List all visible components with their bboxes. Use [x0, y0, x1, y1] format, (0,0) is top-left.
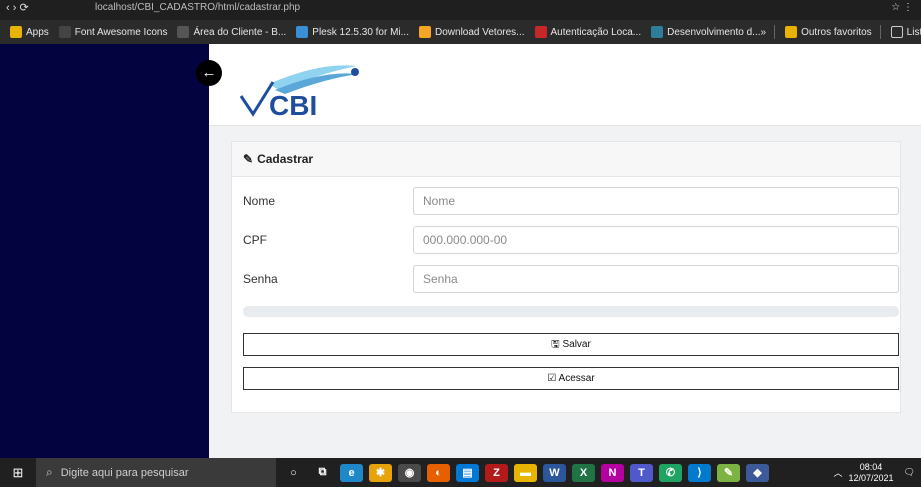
- bookmarks-divider: [879, 25, 881, 39]
- senha-row: Senha: [243, 265, 899, 293]
- floppy-disk-icon: 🖫: [551, 339, 560, 350]
- bookmark-label: Área do Cliente - B...: [193, 26, 287, 38]
- senha-label: Senha: [243, 272, 278, 286]
- nome-label: Nome: [243, 194, 276, 208]
- save-button[interactable]: 🖫 Salvar: [243, 333, 899, 356]
- page-header: ← CBI: [196, 44, 921, 126]
- reading-list-icon: [890, 26, 903, 38]
- cortana-icon[interactable]: ○: [282, 464, 305, 482]
- nome-row: Nome: [243, 187, 899, 215]
- app-icon[interactable]: ◆: [746, 463, 769, 482]
- onenote-icon[interactable]: N: [601, 463, 624, 482]
- access-button-label: Acessar: [558, 373, 595, 384]
- logo-text: CBI: [269, 90, 317, 120]
- windows-taskbar: ⊞ ⌕ Digite aqui para pesquisar ○ ⧉ e ✱ ◉…: [0, 458, 921, 487]
- pencil-icon: ✎: [243, 152, 254, 166]
- word-icon[interactable]: W: [543, 463, 566, 482]
- bookmark-label: Download Vetores...: [435, 26, 525, 38]
- notification-icon[interactable]: 🗨: [904, 467, 915, 478]
- browser-address-strip: ‹ › ⟳ localhost/CBI_CADASTRO/html/cadast…: [0, 0, 921, 20]
- clock-time: 08:04: [859, 461, 883, 472]
- bookmark-item[interactable]: Desenvolvimento d...: [651, 26, 761, 38]
- bookmark-item[interactable]: Download Vetores...: [419, 26, 525, 38]
- bookmarks-divider: [774, 25, 776, 39]
- bookmark-item[interactable]: Font Awesome Icons: [58, 26, 168, 38]
- bookmark-label: Autenticação Loca...: [550, 26, 642, 38]
- folder-icon: [785, 26, 798, 38]
- plesk-icon: [296, 26, 309, 38]
- bookmarks-bar: Apps Font Awesome Icons Área do Cliente - …: [0, 20, 921, 44]
- chevron-up-icon[interactable]: ︿: [834, 466, 843, 479]
- search-icon: ⌕: [46, 465, 53, 479]
- firefox-icon[interactable]: ◐: [427, 463, 450, 482]
- cpf-input[interactable]: [413, 226, 899, 254]
- bookmark-item[interactable]: Área do Cliente - B...: [177, 26, 286, 38]
- windows-start-icon[interactable]: ⊞: [0, 465, 36, 481]
- check-square-icon: ☑: [547, 373, 557, 384]
- flag-icon: [58, 26, 71, 38]
- main-content: ← CBI ✎ Cadastrar Nome CPF Senha: [196, 44, 921, 458]
- vscode-icon[interactable]: ⟩: [688, 463, 711, 482]
- clock-date: 12/07/2021: [848, 472, 894, 483]
- taskbar-search-placeholder: Digite aqui para pesquisar: [60, 466, 189, 479]
- chrome-icon[interactable]: ◉: [398, 463, 421, 482]
- access-button[interactable]: ☑ Acessar: [243, 367, 899, 390]
- logo-dot: [351, 68, 359, 76]
- browser-nav-icons[interactable]: ‹ › ⟳: [6, 1, 29, 14]
- file-explorer-icon[interactable]: ▬: [514, 463, 537, 482]
- cadastrar-card: ✎ Cadastrar Nome CPF Senha 🖫 Salvar ☑ Ac…: [231, 141, 901, 413]
- freepik-icon: [419, 26, 431, 38]
- bookmark-lista-de-leitura[interactable]: Lista de leitura: [890, 26, 921, 38]
- store-icon[interactable]: ▤: [456, 463, 479, 482]
- bookmark-item[interactable]: Apps: [10, 26, 49, 38]
- bookmark-label: Lista de leitura: [906, 26, 921, 38]
- card-header: ✎ Cadastrar: [232, 142, 900, 177]
- nome-input[interactable]: [413, 187, 899, 215]
- senha-input[interactable]: [413, 265, 899, 293]
- bookmarks-more[interactable]: »: [761, 27, 767, 38]
- system-tray: ︿ 08:04 12/07/2021 🗨: [834, 462, 921, 484]
- bookmark-label: Font Awesome Icons: [74, 26, 168, 38]
- bookmark-label: Apps: [26, 26, 49, 38]
- bookmark-label: Plesk 12.5.30 for Mi...: [312, 26, 409, 38]
- excel-icon[interactable]: X: [572, 463, 595, 482]
- bookmark-item[interactable]: Plesk 12.5.30 for Mi...: [296, 26, 409, 38]
- back-arrow-icon[interactable]: ←: [196, 60, 222, 86]
- sidebar: [0, 44, 209, 458]
- paint-icon[interactable]: ✱: [369, 463, 392, 482]
- bookmark-outros-favoritos[interactable]: Outros favoritos: [785, 26, 872, 38]
- bookmark-label: Outros favoritos: [801, 26, 872, 38]
- bookmarks-right: » Outros favoritos Lista de leitura: [761, 25, 921, 39]
- password-strength-bar: [243, 306, 899, 317]
- notepad-icon[interactable]: ✎: [717, 463, 740, 482]
- w-icon: [534, 26, 547, 38]
- apps-grid-icon: [10, 26, 22, 38]
- browser-window-controls[interactable]: ☆ ⋮: [891, 2, 913, 13]
- cpf-label: CPF: [243, 233, 267, 247]
- task-view-icon[interactable]: ⧉: [311, 464, 334, 482]
- filezilla-icon[interactable]: Z: [485, 463, 508, 482]
- edge-icon[interactable]: e: [340, 463, 363, 482]
- taskbar-search[interactable]: ⌕ Digite aqui para pesquisar: [36, 458, 276, 487]
- address-bar-url[interactable]: localhost/CBI_CADASTRO/html/cadastrar.ph…: [95, 2, 300, 13]
- bookmark-item[interactable]: Autenticação Loca...: [534, 26, 642, 38]
- dev-icon: [651, 26, 664, 38]
- clock[interactable]: 08:04 12/07/2021: [849, 462, 894, 484]
- card-title: Cadastrar: [257, 152, 314, 166]
- bookmark-label: Desenvolvimento d...: [667, 26, 761, 38]
- whatsapp-icon[interactable]: ✆: [659, 463, 682, 482]
- save-button-label: Salvar: [562, 339, 591, 350]
- cpf-row: CPF: [243, 226, 899, 254]
- teams-icon[interactable]: T: [630, 463, 653, 482]
- globe-icon: [177, 26, 190, 38]
- cbi-logo: CBI: [239, 65, 359, 120]
